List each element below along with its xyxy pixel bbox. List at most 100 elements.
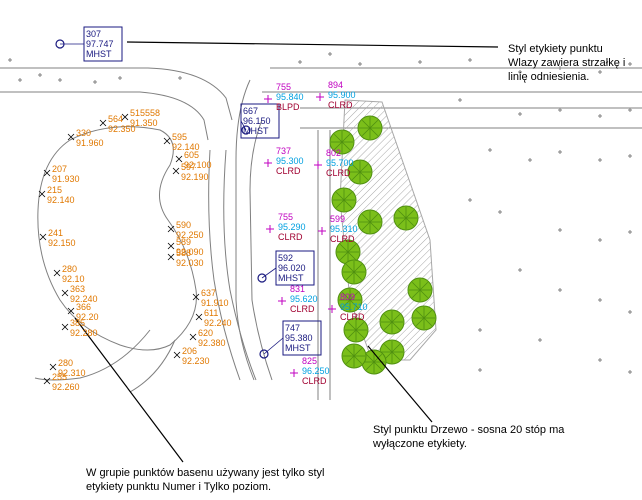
point-number: 515558 [130,108,160,118]
callout-line: Styl punktu Drzewo - sosna 20 stóp ma [373,424,565,436]
callout-basin-group: W grupie punktów basenu używany jest tyl… [86,466,324,494]
point-number: 280 [62,264,77,274]
point-code: CLRD [278,232,303,242]
point-elevation: 91.960 [76,138,104,148]
callout-line: Wlazy zawiera strzałkę i [508,57,626,69]
point-number: 737 [276,146,291,156]
point-elevation: 91.910 [201,298,229,308]
basin-point-207: 20791.930 [43,164,80,184]
tree-pine-icon [357,115,383,141]
tree-pine-icon [341,259,367,285]
tree-pine-icon [331,187,357,213]
point-elevation: 91.350 [130,118,158,128]
survey-point-755: 75595.840BLPD [264,82,304,112]
point-code: BLPD [276,102,300,112]
basin-point-595: 59592.140 [163,132,200,152]
tree-pine-icon [341,343,367,369]
point-number: 755 [278,212,293,222]
manhole-label-307: 30797.747MHST [55,26,123,62]
point-number: 589 [176,237,191,247]
point-elevation: 95.700 [326,158,354,168]
point-number: 385 [70,318,85,328]
point-number: 590 [176,220,191,230]
manhole-label-667: 66796.150MHST [240,103,280,139]
manhole-text: 667 [243,106,258,116]
survey-point-737: 73795.300CLRD [264,146,304,176]
point-number: 255 [52,372,67,382]
point-number: 215 [47,185,62,195]
point-number: 894 [328,80,343,90]
manhole-label-747: 74795.380MHST [259,320,322,359]
point-elevation: 92.190 [181,172,209,182]
point-number: 241 [48,228,63,238]
point-elevation: 95.900 [328,90,356,100]
point-number: 809 [340,292,355,302]
point-number: 620 [198,328,213,338]
manhole-text: MHST [86,49,112,59]
point-number: 564 [108,114,123,124]
point-elevation: 92.380 [198,338,226,348]
manhole-text: 95.380 [285,333,313,343]
point-elevation: 91.930 [52,174,80,184]
point-number: 207 [52,164,67,174]
manhole-labels: 30797.747MHST66796.150MHST59296.020MHST7… [55,26,322,359]
basin-point-215: 21592.140 [38,185,75,205]
point-number: 366 [76,302,91,312]
point-elevation: 96.250 [302,366,330,376]
basin-point-620: 62092.380 [189,328,226,348]
callout-line: Styl etykiety punktu [508,43,603,55]
cad-canvas[interactable]: 307 97.747 MHST 667 96.150 MHST 592 96.020 MHST 7… [0,0,642,500]
point-code: CLRD [340,312,365,322]
survey-point-894: 89495.900CLRD [316,80,356,110]
point-number: 637 [201,288,216,298]
manhole-text: 96.150 [243,116,271,126]
tree-pine-icon [393,205,419,231]
point-elevation: 95.290 [278,222,306,232]
point-elevation: 92.140 [47,195,75,205]
point-elevation: 92.10 [62,274,85,284]
callout-line: wyłączone etykiety. [373,438,467,450]
callout-line: linię odniesienia. [508,71,590,83]
tree-pine-icon [411,305,437,331]
survey-point-755: 75595.290CLRD [266,212,306,242]
point-elevation: 95.710 [340,302,368,312]
point-elevation: 95.300 [276,156,304,166]
basin-point-363: 36392.240 [61,284,98,304]
point-code: CLRD [276,166,301,176]
manhole-label-592: 59296.020MHST [257,250,315,286]
tree-pine-icon [357,209,383,235]
callout-label-style: Styl etykiety punktu Wlazy zawiera strza… [508,42,625,84]
basin-point-241: 24192.150 [39,228,76,248]
point-elevation: 95.620 [290,294,318,304]
point-number: 595 [172,132,187,142]
point-elevation: 95.840 [276,92,304,102]
callout-tree-style: Styl punktu Drzewo - sosna 20 stóp ma wy… [373,423,564,451]
point-number: 330 [76,128,91,138]
manhole-text: 307 [86,29,101,39]
survey-point-825: 82596.250CLRD [290,356,330,386]
point-code: CLRD [302,376,327,386]
manhole-text: 747 [285,323,300,333]
survey-point-831: 83195.620CLRD [278,284,318,314]
point-number: 802 [326,148,341,158]
manhole-text: 97.747 [86,39,114,49]
point-elevation: 92.150 [48,238,76,248]
tree-pine-icon [407,277,433,303]
basin-point-206: 20692.230 [173,346,210,366]
point-elevation: 95.310 [330,224,358,234]
basin-point-637: 63791.910 [192,288,229,308]
tree-pine-icon [379,309,405,335]
callout-line: W grupie punktów basenu używany jest tyl… [86,467,325,479]
point-code: CLRD [330,234,355,244]
point-elevation: 92.230 [182,356,210,366]
point-elevation: 92.260 [52,382,80,392]
point-number: 605 [184,150,199,160]
point-elevation: 92.240 [204,318,232,328]
point-number: 611 [204,308,218,318]
point-elevation: 92.030 [176,258,204,268]
point-elevation: 92.100 [184,160,212,170]
point-code: CLRD [290,304,315,314]
point-code: CLRD [326,168,351,178]
point-number: 588 [176,248,191,258]
point-number: 831 [290,284,305,294]
